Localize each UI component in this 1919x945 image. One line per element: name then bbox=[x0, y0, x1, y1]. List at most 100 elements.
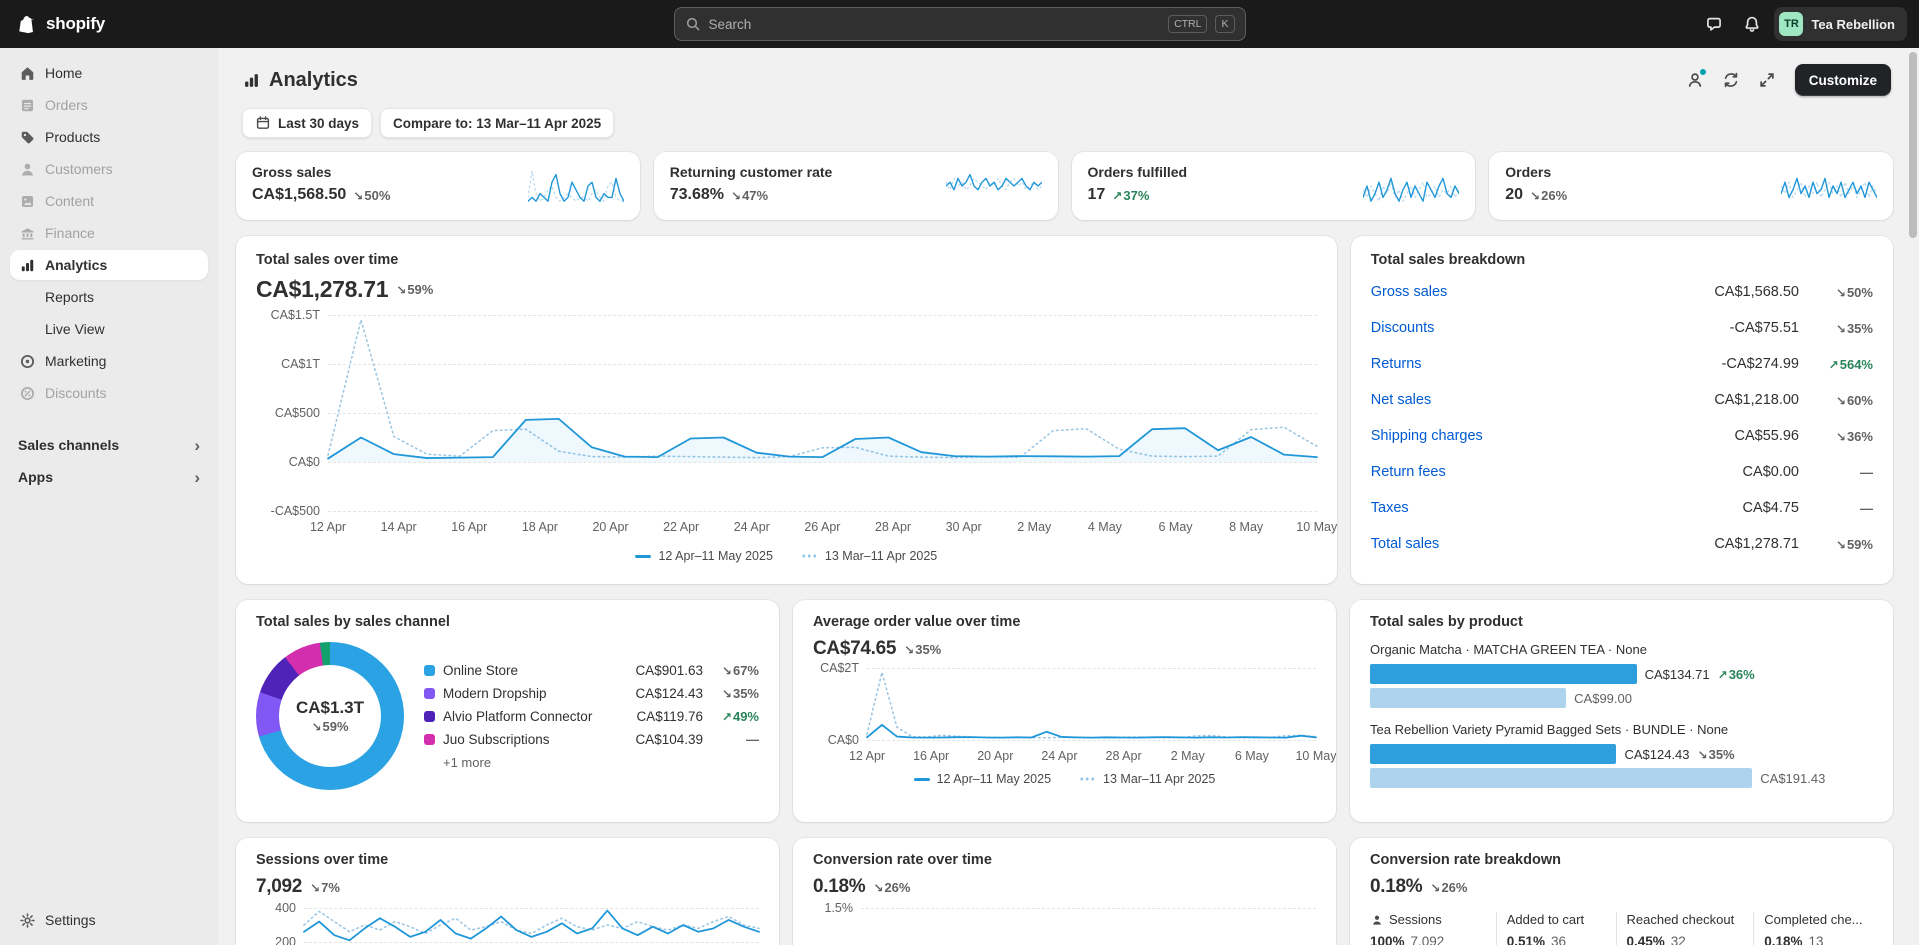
sidebar-item-analytics[interactable]: Analytics bbox=[10, 250, 208, 280]
breakdown-link[interactable]: Net sales bbox=[1371, 392, 1431, 408]
sidebar-item-customers[interactable]: Customers bbox=[10, 154, 208, 184]
fullscreen-button[interactable] bbox=[1751, 64, 1783, 96]
breakdown-link[interactable]: Discounts bbox=[1371, 320, 1435, 336]
y-axis: CA$2TCA$0 bbox=[813, 668, 859, 740]
sidebar: Home Orders Products Customers Content F… bbox=[0, 48, 218, 945]
card-title: Conversion rate over time bbox=[813, 852, 1316, 868]
breakdown-link[interactable]: Total sales bbox=[1371, 536, 1440, 552]
notifications-button[interactable] bbox=[1736, 8, 1768, 40]
shopify-logo[interactable]: shopify bbox=[0, 14, 105, 35]
chat-icon bbox=[1705, 15, 1723, 33]
content-icon bbox=[18, 193, 36, 210]
sidebar-item-live-view[interactable]: Live View bbox=[10, 314, 208, 344]
breakdown-row: Returns-CA$274.99↗564% bbox=[1371, 346, 1873, 382]
refresh-button[interactable] bbox=[1715, 64, 1747, 96]
card-title: Total sales breakdown bbox=[1371, 252, 1873, 268]
breakdown-row: TaxesCA$4.75— bbox=[1371, 490, 1873, 526]
breakdown-row: Total salesCA$1,278.71↘59% bbox=[1371, 526, 1873, 562]
card-title: Sessions over time bbox=[256, 852, 759, 868]
line-chart bbox=[867, 668, 1316, 740]
home-icon bbox=[18, 65, 36, 82]
line-chart bbox=[861, 908, 1316, 945]
legend-swatch bbox=[424, 665, 435, 676]
sidebar-item-products[interactable]: Products bbox=[10, 122, 208, 152]
date-range-button[interactable]: Last 30 days bbox=[242, 108, 372, 138]
breakdown-link[interactable]: Return fees bbox=[1371, 464, 1446, 480]
change-indicator: ↘50% bbox=[1799, 285, 1873, 300]
search-input[interactable]: Search CTRL K bbox=[674, 7, 1246, 41]
avatar: TR bbox=[1779, 12, 1803, 36]
sidebar-item-discounts[interactable]: Discounts bbox=[10, 378, 208, 408]
more-channels-link[interactable]: +1 more bbox=[443, 755, 759, 770]
legend-swatch bbox=[424, 734, 435, 745]
channel-legend-row: Modern DropshipCA$124.43↘35% bbox=[424, 686, 759, 701]
sidebar-item-settings[interactable]: Settings bbox=[10, 905, 208, 935]
breakdown-row: Return feesCA$0.00— bbox=[1371, 454, 1873, 490]
kpi-card-orders-fulfilled[interactable]: Orders fulfilled 17 ↗37% bbox=[1072, 152, 1476, 220]
sidebar-item-content[interactable]: Content bbox=[10, 186, 208, 216]
breakdown-link[interactable]: Gross sales bbox=[1371, 284, 1448, 300]
line-chart bbox=[328, 315, 1317, 511]
bell-icon bbox=[1743, 15, 1761, 33]
shortcut-ctrl-key: CTRL bbox=[1168, 15, 1207, 33]
change-indicator: ↘60% bbox=[1799, 393, 1873, 408]
card-title: Average order value over time bbox=[813, 614, 1316, 630]
sidebar-divider bbox=[10, 410, 208, 428]
trend-arrow-icon: ↘ bbox=[396, 283, 406, 297]
card-title: Total sales by sales channel bbox=[256, 614, 759, 630]
breakdown-link[interactable]: Taxes bbox=[1371, 500, 1409, 516]
change-indicator: ↘7% bbox=[310, 880, 340, 895]
product-group: Tea Rebellion Variety Pyramid Bagged Set… bbox=[1370, 722, 1873, 790]
account-menu[interactable]: TR Tea Rebellion bbox=[1774, 7, 1907, 41]
x-axis: 12 Apr14 Apr16 Apr18 Apr20 Apr22 Apr24 A… bbox=[328, 520, 1317, 534]
breakdown-link[interactable]: Shipping charges bbox=[1371, 428, 1483, 444]
change-indicator: ↘36% bbox=[1799, 429, 1873, 444]
breakdown-link[interactable]: Returns bbox=[1371, 356, 1422, 372]
product-group: Organic Matcha · MATCHA GREEN TEA · None… bbox=[1370, 642, 1873, 710]
breakdown-row: Shipping chargesCA$55.96↘36% bbox=[1371, 418, 1873, 454]
insights-button[interactable] bbox=[1679, 64, 1711, 96]
sidebar-section-apps[interactable]: Apps › bbox=[10, 462, 208, 492]
compare-button[interactable]: Compare to: 13 Mar–11 Apr 2025 bbox=[380, 108, 614, 138]
sidebar-item-finance[interactable]: Finance bbox=[10, 218, 208, 248]
expand-icon bbox=[1758, 71, 1776, 89]
gridline bbox=[304, 942, 759, 943]
main-content: Analytics Customize Last 30 days bbox=[218, 48, 1919, 945]
sidebar-item-home[interactable]: Home bbox=[10, 58, 208, 88]
sidebar-item-orders[interactable]: Orders bbox=[10, 90, 208, 120]
breakdown-row: Discounts-CA$75.51↘35% bbox=[1371, 310, 1873, 346]
inbox-button[interactable] bbox=[1698, 8, 1730, 40]
y-axis: 1.5% bbox=[813, 908, 853, 945]
channel-legend-row: Juo SubscriptionsCA$104.39— bbox=[424, 732, 759, 747]
chart-legend: 12 Apr–11 May 2025 13 Mar–11 Apr 2025 bbox=[256, 549, 1317, 563]
gridline bbox=[867, 740, 1316, 741]
kpi-card-orders[interactable]: Orders 20 ↘26% bbox=[1489, 152, 1893, 220]
sidebar-section-sales-channels[interactable]: Sales channels › bbox=[10, 430, 208, 460]
card-title[interactable]: Total sales over time bbox=[256, 252, 1317, 268]
analytics-page-icon bbox=[242, 71, 261, 90]
sessions-over-time-card: Sessions over time 7,092 ↘7% 400200 bbox=[236, 838, 779, 945]
change-indicator: ↘50% bbox=[353, 188, 390, 203]
sidebar-item-reports[interactable]: Reports bbox=[10, 282, 208, 312]
chevron-right-icon: › bbox=[194, 437, 200, 454]
card-title: Total sales by product bbox=[1370, 614, 1873, 630]
scrollbar[interactable] bbox=[1909, 52, 1917, 941]
products-icon bbox=[18, 129, 36, 146]
analytics-icon bbox=[18, 257, 36, 274]
legend-swatch bbox=[424, 711, 435, 722]
kpi-card-gross-sales[interactable]: Gross sales CA$1,568.50 ↘50% bbox=[236, 152, 640, 220]
scrollbar-thumb[interactable] bbox=[1909, 52, 1917, 238]
change-indicator: ↘35% bbox=[1799, 321, 1873, 336]
sparkline-chart bbox=[528, 167, 624, 205]
calendar-icon bbox=[255, 115, 271, 131]
sidebar-item-marketing[interactable]: Marketing bbox=[10, 346, 208, 376]
kpi-card-returning-customer-rate[interactable]: Returning customer rate 73.68% ↘47% bbox=[654, 152, 1058, 220]
dotted-line-swatch bbox=[1079, 777, 1096, 781]
solid-line-swatch bbox=[914, 778, 930, 781]
sales-by-channel-card: Total sales by sales channel CA$1.3T ↘59… bbox=[236, 600, 779, 822]
search-icon bbox=[685, 16, 701, 32]
trend-arrow-icon: ↘ bbox=[353, 189, 363, 203]
change-indicator: ↘47% bbox=[731, 188, 768, 203]
customize-button[interactable]: Customize bbox=[1795, 64, 1891, 96]
trend-arrow-icon: ↗ bbox=[1112, 189, 1122, 203]
